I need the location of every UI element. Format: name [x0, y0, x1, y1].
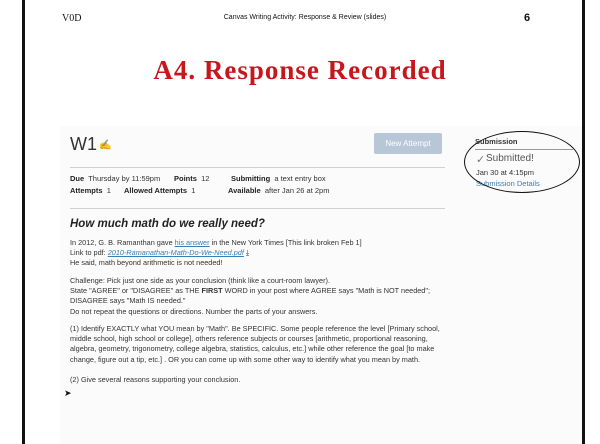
highlight-ellipse: [464, 131, 580, 193]
assignment-title: W1: [70, 134, 97, 154]
part-two-paragraph: (2) Give several reasons supporting your…: [70, 375, 241, 384]
challenge-paragraph: Challenge: Pick just one side as your co…: [70, 276, 430, 316]
question-title: How much math do we really need?: [70, 218, 265, 230]
header-divider: [70, 167, 445, 168]
submitting-meta: Submitting a text entry box: [231, 174, 326, 183]
mouse-cursor-icon: ➤: [64, 388, 72, 398]
pdf-link[interactable]: 2010-Ramanathan-Math-Do-We-Need.pdf: [108, 248, 244, 257]
new-attempt-button[interactable]: New Attempt: [374, 133, 442, 154]
download-icon[interactable]: ⤓: [246, 248, 249, 257]
slide-header-left: V0D: [62, 13, 82, 24]
slide-page-number: 6: [524, 12, 531, 24]
attempts-meta: Attempts 1: [70, 186, 111, 195]
slide: V0D Canvas Writing Activity: Response & …: [0, 0, 600, 444]
points-meta: Points 12: [174, 174, 210, 183]
meta-divider: [70, 208, 445, 209]
slide-header-center: Canvas Writing Activity: Response & Revi…: [223, 14, 387, 21]
intro-paragraph: In 2012, G. B. Ramanthan gave his answer…: [70, 238, 362, 268]
his-answer-link[interactable]: his answer: [175, 238, 210, 247]
pen-icon: ✍: [99, 140, 112, 151]
slide-title: A4. Response Recorded: [153, 55, 447, 85]
part-one-paragraph: (1) Identify EXACTLY what YOU mean by "M…: [70, 324, 440, 364]
due-meta: Due Thursday by 11:59pm: [70, 174, 161, 183]
allowed-attempts-meta: Allowed Attempts 1: [124, 186, 196, 195]
available-meta: Available after Jan 26 at 2pm: [228, 186, 330, 195]
